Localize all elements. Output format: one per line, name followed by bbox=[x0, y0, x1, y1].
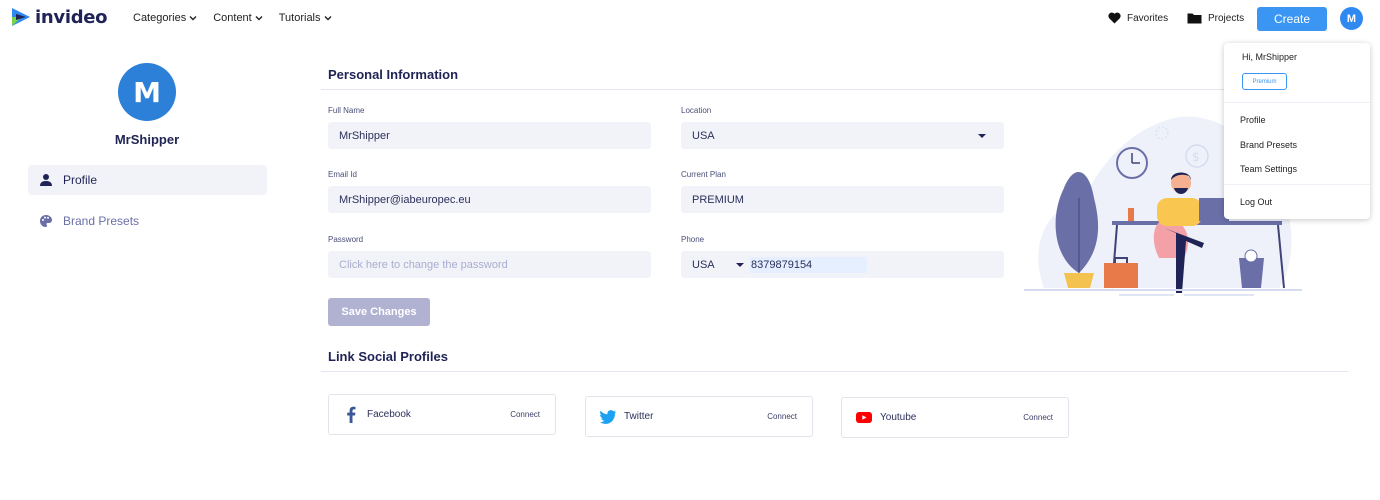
twitter-icon bbox=[600, 409, 616, 425]
twitter-connect-link[interactable]: Connect bbox=[767, 412, 797, 421]
full-name-value: MrShipper bbox=[339, 129, 390, 142]
nav-categories[interactable]: Categories bbox=[133, 12, 197, 24]
invideo-logo-icon bbox=[12, 8, 30, 26]
location-label: Location bbox=[681, 106, 712, 115]
caret-down-icon[interactable] bbox=[736, 263, 744, 267]
user-menu-dropdown: Hi, MrShipper Premium Profile Brand Pres… bbox=[1224, 43, 1370, 219]
section-divider bbox=[321, 89, 1347, 90]
menu-item-team-settings[interactable]: Team Settings bbox=[1240, 164, 1297, 174]
sidebar-item-label: Profile bbox=[63, 173, 98, 187]
chevron-down-icon bbox=[324, 16, 332, 21]
menu-item-log-out[interactable]: Log Out bbox=[1240, 197, 1272, 207]
chevron-down-icon bbox=[255, 16, 263, 21]
sidebar-item-profile[interactable]: Profile bbox=[28, 165, 267, 195]
user-greeting: Hi, MrShipper bbox=[1242, 52, 1298, 62]
location-select[interactable]: USA bbox=[681, 122, 1004, 149]
social-card-facebook: Facebook Connect bbox=[328, 394, 556, 435]
email-value: MrShipper@iabeuropec.eu bbox=[339, 193, 471, 206]
top-navigation-bar: invideo Categories Content Tutorials Fav… bbox=[0, 0, 1380, 38]
phone-label: Phone bbox=[681, 235, 705, 244]
phone-country-select[interactable]: USA bbox=[692, 259, 715, 271]
current-plan-label: Current Plan bbox=[681, 170, 726, 179]
current-plan-field: PREMIUM bbox=[681, 186, 1004, 213]
phone-number-value: 8379879154 bbox=[751, 259, 813, 271]
sidebar-item-label: Brand Presets bbox=[63, 214, 140, 228]
projects-label: Projects bbox=[1208, 12, 1245, 24]
password-placeholder: Click here to change the password bbox=[339, 258, 508, 271]
plan-badge: Premium bbox=[1242, 73, 1287, 90]
personal-information-title: Personal Information bbox=[328, 67, 459, 82]
password-label: Password bbox=[328, 235, 364, 244]
email-input[interactable]: MrShipper@iabeuropec.eu bbox=[328, 186, 651, 213]
coffee-cup bbox=[1128, 208, 1134, 221]
brand-name: invideo bbox=[35, 6, 108, 28]
email-label: Email Id bbox=[328, 170, 357, 179]
section-divider bbox=[321, 371, 1348, 372]
person-body bbox=[1157, 198, 1202, 226]
nav-content-label: Content bbox=[213, 12, 252, 24]
social-card-youtube: Youtube Connect bbox=[841, 397, 1069, 438]
nav-menu: Categories Content Tutorials bbox=[133, 12, 332, 24]
youtube-icon bbox=[856, 410, 872, 426]
create-button[interactable]: Create bbox=[1257, 7, 1327, 31]
link-social-profiles-title: Link Social Profiles bbox=[328, 349, 448, 364]
profile-avatar: M bbox=[118, 63, 176, 121]
invideo-logo[interactable]: invideo bbox=[10, 6, 108, 28]
facebook-connect-link[interactable]: Connect bbox=[510, 410, 540, 419]
menu-item-profile[interactable]: Profile bbox=[1240, 115, 1266, 125]
trash-bin bbox=[1239, 258, 1264, 288]
palette-icon bbox=[40, 215, 52, 227]
save-changes-button[interactable]: Save Changes bbox=[328, 298, 430, 326]
nav-tutorials-label: Tutorials bbox=[278, 12, 321, 24]
chevron-down-icon bbox=[189, 16, 197, 21]
full-name-input[interactable]: MrShipper bbox=[328, 122, 651, 149]
user-avatar-button[interactable]: M bbox=[1340, 7, 1363, 30]
current-plan-value: PREMIUM bbox=[692, 193, 744, 206]
heart-icon bbox=[1108, 12, 1121, 24]
location-value: USA bbox=[692, 129, 715, 142]
menu-divider bbox=[1224, 184, 1370, 185]
briefcase bbox=[1104, 263, 1138, 288]
facebook-icon bbox=[343, 406, 359, 423]
phone-number-input[interactable]: 8379879154 bbox=[750, 257, 867, 273]
favorites-label: Favorites bbox=[1127, 12, 1169, 24]
folder-icon bbox=[1187, 13, 1202, 24]
social-name: Twitter bbox=[624, 411, 654, 422]
youtube-connect-link[interactable]: Connect bbox=[1023, 413, 1053, 422]
profile-username: MrShipper bbox=[114, 132, 180, 147]
nav-content[interactable]: Content bbox=[213, 12, 263, 24]
user-icon bbox=[40, 174, 52, 186]
social-name: Youtube bbox=[880, 412, 917, 423]
full-name-label: Full Name bbox=[328, 106, 365, 115]
menu-divider bbox=[1224, 102, 1370, 103]
password-input[interactable]: Click here to change the password bbox=[328, 251, 651, 278]
nav-categories-label: Categories bbox=[133, 12, 187, 24]
favorites-link[interactable]: Favorites bbox=[1108, 12, 1168, 24]
caret-down-icon bbox=[978, 134, 986, 138]
menu-item-brand-presets[interactable]: Brand Presets bbox=[1240, 140, 1297, 150]
phone-field: USA 8379879154 bbox=[681, 251, 1004, 278]
nav-tutorials[interactable]: Tutorials bbox=[279, 12, 332, 24]
svg-text:$: $ bbox=[1192, 150, 1200, 164]
sidebar-item-brand-presets[interactable]: Brand Presets bbox=[28, 206, 267, 236]
projects-link[interactable]: Projects bbox=[1187, 12, 1244, 24]
social-name: Facebook bbox=[367, 409, 411, 420]
social-card-twitter: Twitter Connect bbox=[585, 396, 813, 437]
